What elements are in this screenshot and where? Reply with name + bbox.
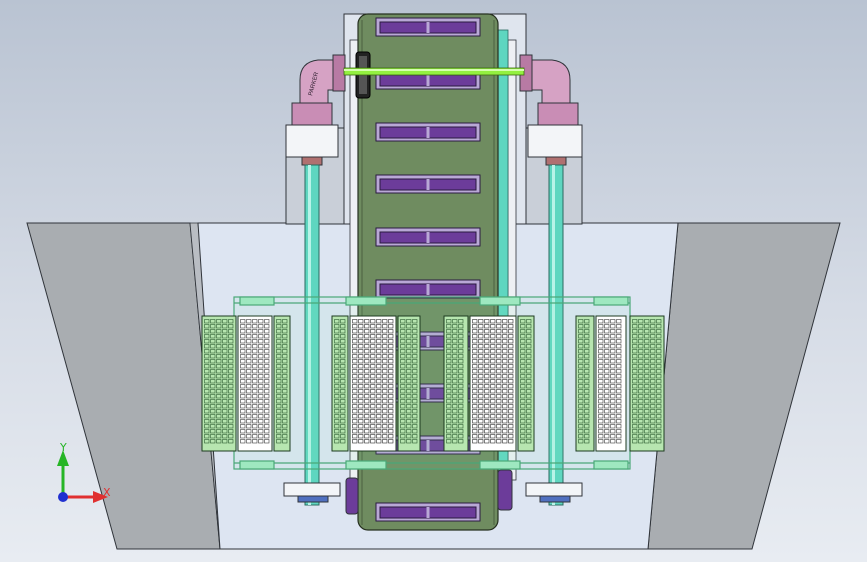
basket-frame (233, 296, 631, 470)
drive-shaft (343, 67, 525, 76)
right-elbow-fitting (519, 54, 579, 126)
mesh-basket (575, 315, 595, 452)
conveyor-slat (375, 122, 481, 142)
mesh-basket (629, 315, 665, 452)
mesh-basket (397, 315, 421, 452)
mesh-basket (595, 315, 627, 452)
mesh-basket (273, 315, 291, 452)
mesh-basket (349, 315, 397, 452)
mesh-basket (469, 315, 517, 452)
mesh-basket (443, 315, 469, 452)
y-axis-label: Y (59, 441, 67, 454)
x-axis-label: X (103, 486, 111, 499)
z-axis-dot (58, 492, 68, 502)
conveyor-slat (375, 502, 481, 522)
left-elbow-fitting: PARKER (291, 54, 346, 126)
conveyor-slat (375, 17, 481, 37)
mesh-basket (331, 315, 349, 452)
conveyor-slat (375, 227, 481, 247)
conveyor-slat (375, 174, 481, 194)
mesh-basket (201, 315, 237, 452)
conveyor-slat (375, 279, 481, 299)
cad-3d-viewport[interactable]: PARKER Y X (0, 0, 867, 562)
mesh-basket (237, 315, 273, 452)
mesh-basket (517, 315, 535, 452)
